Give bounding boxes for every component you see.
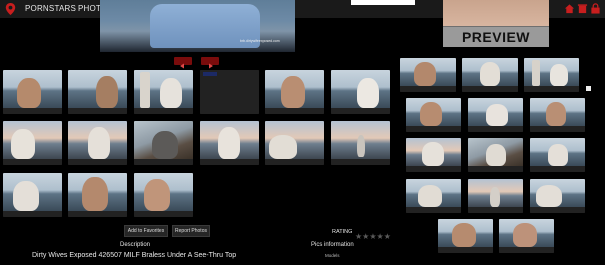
preview-image — [443, 0, 549, 26]
thumbnail[interactable] — [134, 70, 193, 114]
thumbnail[interactable] — [134, 121, 193, 165]
home-icon[interactable] — [564, 3, 575, 14]
thumbnail[interactable] — [3, 70, 62, 114]
rating-stars[interactable]: ★★★★★ — [355, 226, 391, 244]
thumbnail[interactable] — [462, 58, 518, 92]
main-photo[interactable]: brb.dirtywifeexposed.com — [100, 0, 295, 52]
next-photo-button[interactable] — [201, 57, 219, 69]
pics-information-heading: Pics information — [311, 242, 354, 248]
thumbnail[interactable] — [68, 121, 127, 165]
thumbnail[interactable] — [406, 179, 461, 213]
star-icon[interactable]: ★ — [377, 232, 384, 241]
star-icon[interactable]: ★ — [384, 232, 391, 241]
arrow-right-icon — [209, 63, 213, 69]
preview-panel[interactable]: PREVIEW — [443, 0, 549, 47]
thumbnail[interactable] — [438, 219, 493, 253]
thumbnail[interactable] — [3, 121, 62, 165]
photo-watermark: brb.dirtywifeexposed.com — [240, 39, 280, 43]
thumbnail[interactable] — [68, 173, 127, 217]
thumbnail[interactable] — [265, 70, 324, 114]
models-label: Models — [325, 253, 340, 258]
thumbnail[interactable] — [331, 121, 390, 165]
description-heading: Description — [120, 242, 151, 248]
lock-icon[interactable] — [590, 3, 601, 14]
thumbnail[interactable] — [524, 58, 579, 92]
nav-pornstars[interactable]: PORNSTARS — [25, 4, 76, 13]
ad-slot — [351, 0, 415, 5]
thumbnail[interactable] — [406, 98, 461, 132]
add-to-favorites-button[interactable]: Add to Favorites — [124, 225, 168, 237]
report-photos-button[interactable]: Report Photos — [172, 225, 210, 237]
prev-photo-button[interactable] — [174, 57, 192, 69]
arrow-left-icon — [180, 63, 184, 69]
thumbnail[interactable] — [68, 70, 127, 114]
thumbnail[interactable] — [468, 179, 523, 213]
trash-icon[interactable] — [577, 3, 588, 14]
thumbnail[interactable] — [530, 179, 585, 213]
thumbnail[interactable] — [200, 121, 259, 165]
broken-image-icon — [586, 86, 591, 91]
thumbnail[interactable] — [499, 219, 554, 253]
thumbnail[interactable] — [530, 98, 585, 132]
thumbnail[interactable] — [200, 70, 259, 114]
thumbnail[interactable] — [331, 70, 390, 114]
description-text: Dirty Wives Exposed 426507 MILF Braless … — [32, 252, 237, 259]
thumbnail[interactable] — [468, 98, 523, 132]
thumbnail[interactable] — [3, 173, 62, 217]
thumbnail[interactable] — [406, 138, 461, 172]
thumbnail[interactable] — [530, 138, 585, 172]
thumbnail[interactable] — [400, 58, 456, 92]
rating-label: RATING — [332, 229, 353, 235]
thumbnail[interactable] — [468, 138, 523, 172]
preview-label: PREVIEW — [443, 27, 549, 47]
thumbnail[interactable] — [265, 121, 324, 165]
thumbnail[interactable] — [134, 173, 193, 217]
star-icon[interactable]: ★ — [369, 232, 376, 241]
location-pin-icon[interactable] — [5, 3, 16, 15]
